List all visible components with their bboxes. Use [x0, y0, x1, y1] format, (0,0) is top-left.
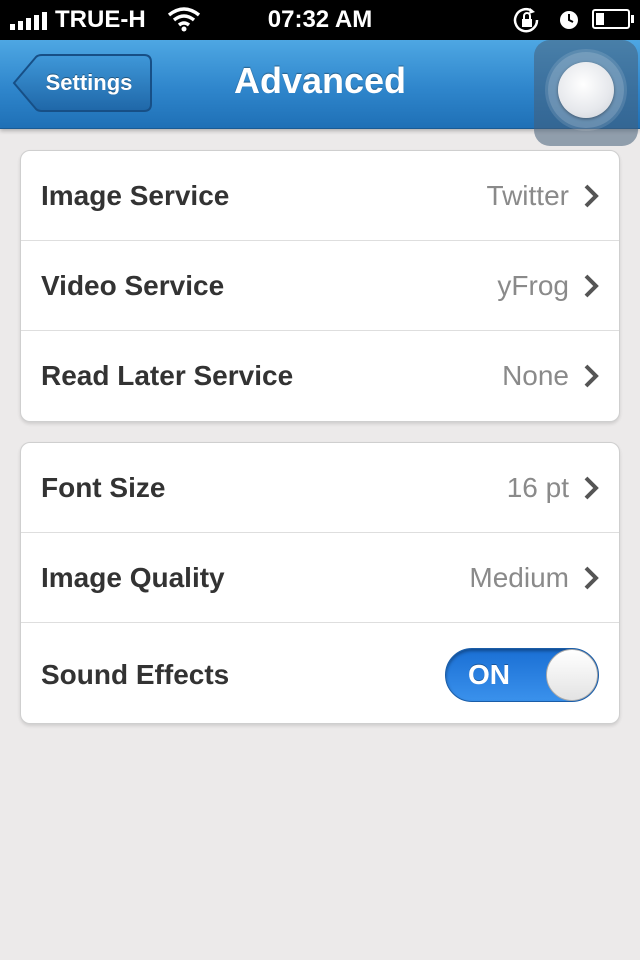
- display-group: Font Size 16 pt Image Quality Medium Sou…: [20, 442, 620, 724]
- status-bar: TRUE-H 07:32 AM: [0, 0, 640, 40]
- chevron-right-icon: [583, 476, 599, 505]
- font-size-row[interactable]: Font Size 16 pt: [21, 443, 619, 533]
- row-value: yFrog: [497, 270, 569, 301]
- rotation-lock-icon: [512, 7, 542, 38]
- row-label: Image Quality: [41, 562, 225, 593]
- row-label: Font Size: [41, 472, 166, 503]
- navigation-bar: Settings Advanced: [0, 40, 640, 146]
- row-label: Video Service: [41, 270, 225, 301]
- row-value: None: [502, 360, 569, 391]
- row-value: Twitter: [486, 180, 569, 211]
- chevron-right-icon: [583, 184, 599, 213]
- battery-icon: [592, 9, 634, 29]
- row-label: Image Service: [41, 180, 230, 211]
- assistive-touch-dot: [558, 62, 614, 118]
- image-quality-row[interactable]: Image Quality Medium: [21, 533, 619, 623]
- alarm-icon: [557, 8, 581, 37]
- sound-effects-toggle[interactable]: ON: [445, 648, 599, 702]
- chevron-right-icon: [583, 566, 599, 595]
- row-value: Medium: [469, 562, 569, 593]
- row-label: Sound Effects: [41, 659, 230, 690]
- toggle-state-label: ON: [468, 659, 510, 690]
- sound-effects-row: Sound Effects ON: [21, 623, 619, 723]
- services-group: Image Service Twitter Video Service yFro…: [20, 150, 620, 422]
- assistive-touch-icon[interactable]: [534, 40, 638, 146]
- row-label: Read Later Service: [41, 360, 294, 391]
- video-service-row[interactable]: Video Service yFrog: [21, 241, 619, 331]
- chevron-right-icon: [583, 364, 599, 393]
- chevron-right-icon: [583, 274, 599, 303]
- image-service-row[interactable]: Image Service Twitter: [21, 151, 619, 241]
- battery-level-fill: [596, 13, 604, 25]
- read-later-service-row[interactable]: Read Later Service None: [21, 331, 619, 421]
- toggle-knob[interactable]: [546, 649, 598, 701]
- clock: 07:32 AM: [267, 6, 373, 33]
- row-value: 16 pt: [506, 472, 569, 503]
